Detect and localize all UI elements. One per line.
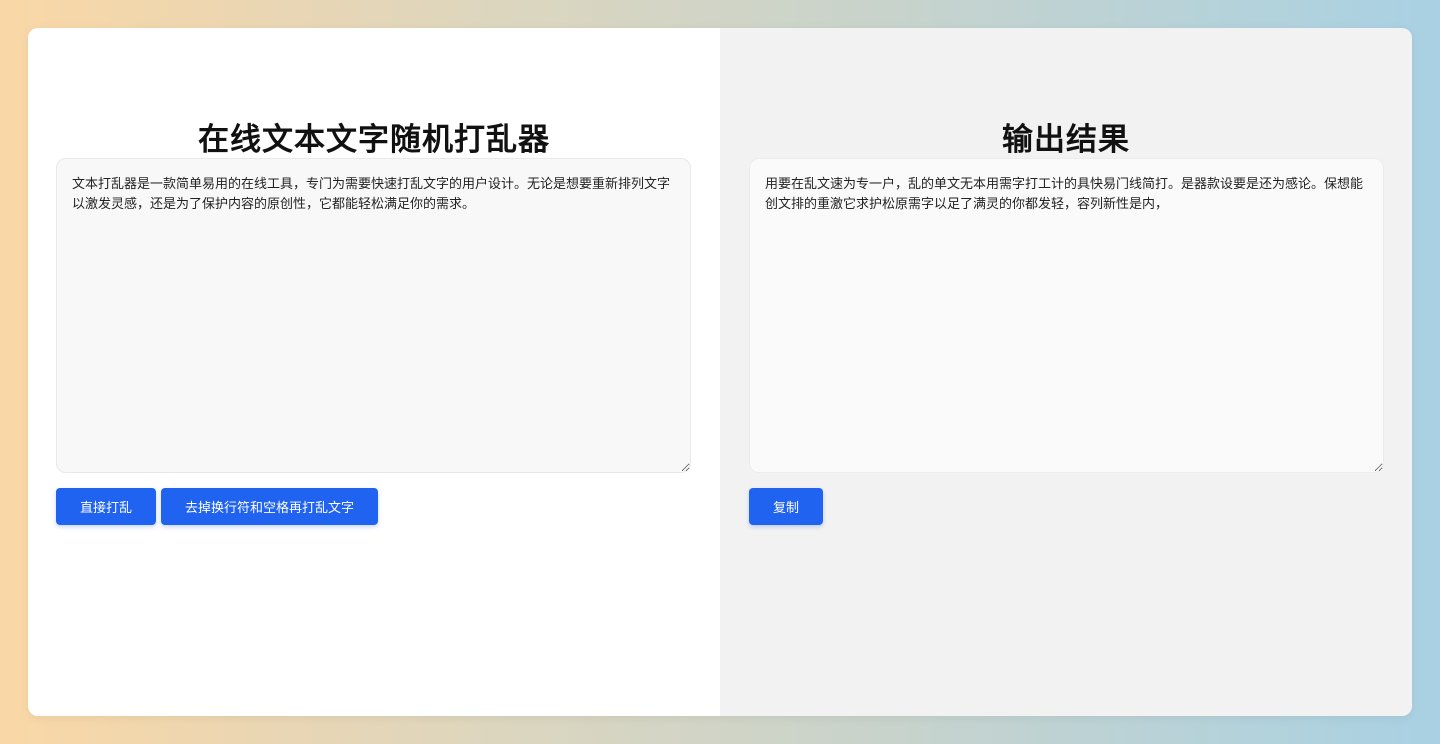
main-card: 在线文本文字随机打乱器 文本打乱器是一款简单易用的在线工具，专门为需要快速打乱文… bbox=[28, 28, 1412, 716]
output-textarea[interactable]: 用要在乱文速为专一户，乱的单文无本用需字打工计的具快易门线简打。是器款设要是还为… bbox=[749, 158, 1384, 473]
strip-and-shuffle-button[interactable]: 去掉换行符和空格再打乱文字 bbox=[161, 488, 379, 525]
input-panel: 在线文本文字随机打乱器 文本打乱器是一款简单易用的在线工具，专门为需要快速打乱文… bbox=[28, 28, 720, 716]
input-textarea[interactable]: 文本打乱器是一款简单易用的在线工具，专门为需要快速打乱文字的用户设计。无论是想要… bbox=[56, 158, 691, 473]
output-panel: 输出结果 用要在乱文速为专一户，乱的单文无本用需字打工计的具快易门线简打。是器款… bbox=[720, 28, 1412, 716]
output-button-row: 复制 bbox=[749, 488, 824, 525]
copy-button[interactable]: 复制 bbox=[749, 488, 824, 525]
input-button-row: 直接打乱 去掉换行符和空格再打乱文字 bbox=[56, 488, 379, 525]
shuffle-button[interactable]: 直接打乱 bbox=[56, 488, 157, 525]
input-panel-title: 在线文本文字随机打乱器 bbox=[198, 122, 550, 158]
output-panel-title: 输出结果 bbox=[1002, 122, 1130, 158]
